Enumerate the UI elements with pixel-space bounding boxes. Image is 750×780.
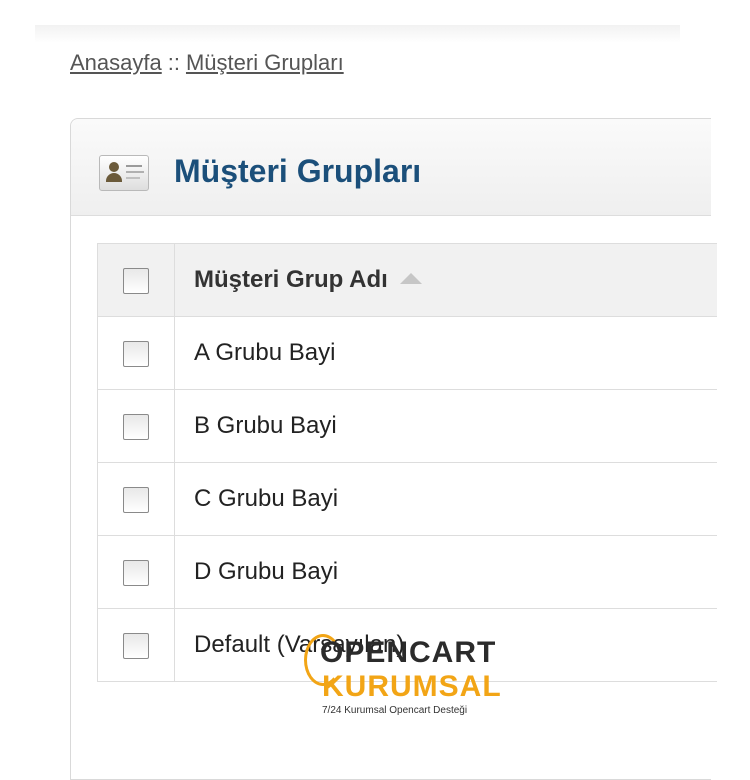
top-bar-shadow [35, 25, 680, 43]
box-heading: Müşteri Grupları [71, 119, 711, 216]
group-name-cell: D Grubu Bayi [174, 535, 717, 609]
group-name-cell: A Grubu Bayi [174, 316, 717, 390]
page-title: Müşteri Grupları [174, 153, 422, 189]
row-select-cell [97, 316, 175, 390]
row-select-cell [97, 462, 175, 536]
row-checkbox[interactable] [123, 632, 149, 659]
row-checkbox[interactable] [123, 413, 149, 440]
row-checkbox[interactable] [123, 486, 149, 513]
table-row: C Grubu Bayi [97, 462, 717, 536]
customer-card-icon [99, 155, 149, 191]
group-name-cell: C Grubu Bayi [174, 462, 717, 536]
row-select-cell [97, 535, 175, 609]
row-select-cell [97, 608, 175, 682]
group-name-cell: B Grubu Bayi [174, 389, 717, 463]
breadcrumb-home-link[interactable]: Anasayfa [70, 50, 162, 75]
breadcrumb: Anasayfa:: Müşteri Grupları [70, 50, 344, 76]
column-header-label: Müşteri Grup Adı [194, 266, 388, 293]
row-checkbox[interactable] [123, 340, 149, 367]
column-header-group-name[interactable]: Müşteri Grup Adı [174, 243, 717, 317]
breadcrumb-current-link[interactable]: Müşteri Grupları [186, 50, 344, 75]
table-row: B Grubu Bayi [97, 389, 717, 463]
row-checkbox[interactable] [123, 559, 149, 586]
sort-ascending-icon [399, 273, 422, 285]
table-row: D Grubu Bayi [97, 535, 717, 609]
table-row: A Grubu Bayi [97, 316, 717, 390]
select-all-cell [97, 243, 175, 317]
customer-group-table: Müşteri Grup Adı A Grubu Bayi B Grubu Ba… [97, 243, 717, 682]
group-name-cell: Default (Varsayılan) [174, 608, 717, 682]
row-select-cell [97, 389, 175, 463]
breadcrumb-separator: :: [167, 50, 180, 75]
select-all-checkbox[interactable] [123, 267, 149, 294]
table-row: Default (Varsayılan) [97, 608, 717, 682]
content-box: Müşteri Grupları Müşteri Grup Adı A Grub… [70, 118, 717, 780]
table-header-row: Müşteri Grup Adı [97, 243, 717, 317]
